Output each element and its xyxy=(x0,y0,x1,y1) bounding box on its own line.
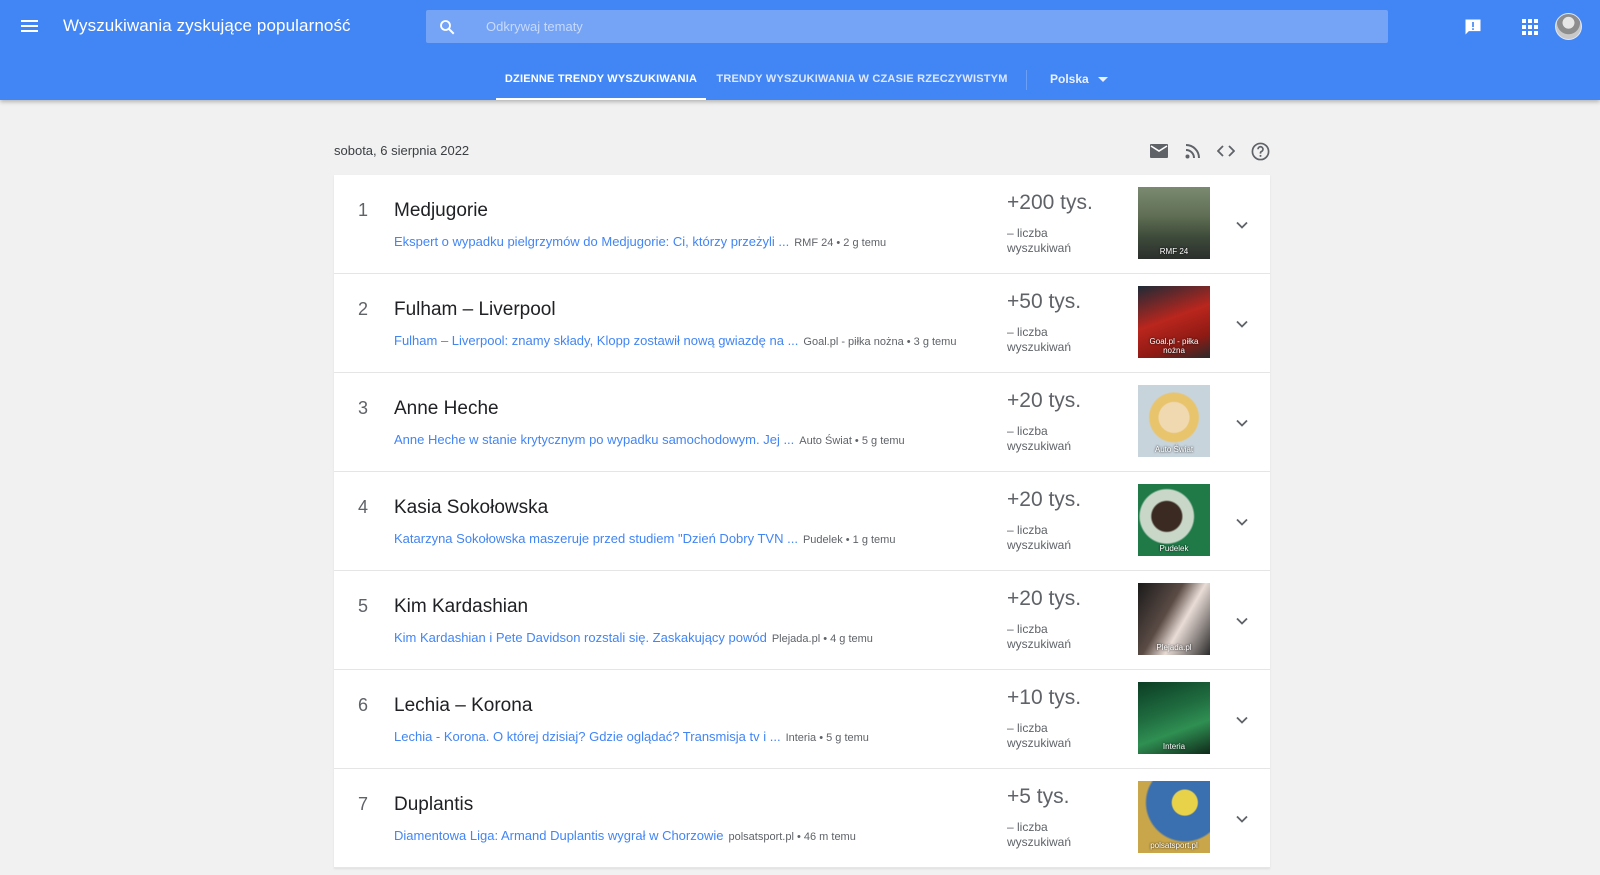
app-header: Wyszukiwania zyskujące popularność DZIEN… xyxy=(0,0,1600,100)
search-count: +20 tys. xyxy=(1007,389,1082,412)
search-count-label: – liczba wyszukiwań xyxy=(1007,820,1072,849)
search-icon[interactable] xyxy=(438,18,456,36)
news-source: RMF 24 • 2 g temu xyxy=(794,237,887,249)
news-article-link[interactable]: Ekspert o wypadku pielgrzymów do Medjugo… xyxy=(394,234,789,249)
thumbnail-source: Goal.pl - piłka nożna xyxy=(1149,337,1199,355)
rss-icon[interactable] xyxy=(1181,139,1205,163)
trend-rank: 6 xyxy=(358,695,369,715)
trend-title[interactable]: Duplantis xyxy=(394,794,473,816)
news-thumbnail[interactable]: Interia xyxy=(1138,682,1210,754)
search-count: +20 tys. xyxy=(1007,488,1082,511)
date-label: sobota, 6 sierpnia 2022 xyxy=(334,143,470,158)
tab-bar: DZIENNE TRENDY WYSZUKIWANIA TRENDY WYSZU… xyxy=(0,58,1600,100)
news-source: Interia • 5 g temu xyxy=(785,732,869,744)
expand-chevron-icon[interactable] xyxy=(1230,213,1254,237)
trend-news: Diamentowa Liga: Armand Duplantis wygrał… xyxy=(394,828,856,843)
apps-grid-icon[interactable] xyxy=(1517,14,1543,40)
expand-chevron-icon[interactable] xyxy=(1230,609,1254,633)
expand-chevron-icon[interactable] xyxy=(1230,312,1254,336)
news-article-link[interactable]: Katarzyna Sokołowska maszeruje przed stu… xyxy=(394,531,798,546)
news-thumbnail[interactable]: polsatsport.pl xyxy=(1138,781,1210,853)
thumbnail-source: polsatsport.pl xyxy=(1150,841,1198,850)
page-title: Wyszukiwania zyskujące popularność xyxy=(63,16,351,35)
news-source: Goal.pl - piłka nożna • 3 g temu xyxy=(803,336,957,348)
news-article-link[interactable]: Anne Heche w stanie krytycznym po wypadk… xyxy=(394,432,794,447)
thumbnail-source: Interia xyxy=(1162,742,1186,751)
trend-news: Kim Kardashian i Pete Davidson rozstali … xyxy=(394,630,873,645)
search-count: +200 tys. xyxy=(1007,191,1093,214)
trend-news: Katarzyna Sokołowska maszeruje przed stu… xyxy=(394,531,895,546)
search-count: +50 tys. xyxy=(1007,290,1082,313)
trend-rank: 7 xyxy=(358,794,369,814)
trend-item[interactable]: 6 Lechia – Korona Lechia - Korona. O któ… xyxy=(334,670,1270,769)
country-label: Polska xyxy=(1050,72,1089,86)
trend-item[interactable]: 4 Kasia Sokołowska Katarzyna Sokołowska … xyxy=(334,472,1270,571)
trend-news: Lechia - Korona. O której dzisiaj? Gdzie… xyxy=(394,729,869,744)
news-article-link[interactable]: Fulham – Liverpool: znamy składy, Klopp … xyxy=(394,333,798,348)
menu-icon[interactable] xyxy=(18,14,42,38)
expand-chevron-icon[interactable] xyxy=(1230,510,1254,534)
expand-chevron-icon[interactable] xyxy=(1230,807,1254,831)
news-thumbnail[interactable]: RMF 24 xyxy=(1138,187,1210,259)
trend-rank: 1 xyxy=(358,200,369,220)
trend-news: Fulham – Liverpool: znamy składy, Klopp … xyxy=(394,333,956,348)
expand-chevron-icon[interactable] xyxy=(1230,708,1254,732)
tab-daily-trends[interactable]: DZIENNE TRENDY WYSZUKIWANIA xyxy=(496,58,706,100)
search-count-label: – liczba wyszukiwań xyxy=(1007,424,1072,453)
news-thumbnail[interactable]: Auto Świat xyxy=(1138,385,1210,457)
trend-title[interactable]: Kasia Sokołowska xyxy=(394,497,548,519)
thumbnail-source: Auto Świat xyxy=(1154,445,1194,454)
trend-title[interactable]: Medjugorie xyxy=(394,200,488,222)
embed-code-icon[interactable] xyxy=(1214,139,1238,163)
news-source: Plejada.pl • 4 g temu xyxy=(771,633,873,645)
news-thumbnail[interactable]: Goal.pl - piłka nożna xyxy=(1138,286,1210,358)
search-count: +10 tys. xyxy=(1007,686,1082,709)
trend-item[interactable]: 1 Medjugorie Ekspert o wypadku pielgrzym… xyxy=(334,175,1270,274)
thumbnail-source: Pudelek xyxy=(1159,544,1189,553)
trend-news: Anne Heche w stanie krytycznym po wypadk… xyxy=(394,432,905,447)
feedback-icon[interactable] xyxy=(1460,14,1486,40)
news-source: Pudelek • 1 g temu xyxy=(802,534,896,546)
news-article-link[interactable]: Diamentowa Liga: Armand Duplantis wygrał… xyxy=(394,828,723,843)
trend-list: 1 Medjugorie Ekspert o wypadku pielgrzym… xyxy=(334,175,1270,868)
email-subscribe-icon[interactable] xyxy=(1147,139,1171,163)
news-thumbnail[interactable]: Plejada.pl xyxy=(1138,583,1210,655)
trend-item[interactable]: 3 Anne Heche Anne Heche w stanie krytycz… xyxy=(334,373,1270,472)
dropdown-arrow-icon xyxy=(1097,76,1108,82)
trend-item[interactable]: 5 Kim Kardashian Kim Kardashian i Pete D… xyxy=(334,571,1270,670)
country-select[interactable]: Polska xyxy=(1050,58,1108,100)
trend-news: Ekspert o wypadku pielgrzymów do Medjugo… xyxy=(394,234,886,249)
news-article-link[interactable]: Kim Kardashian i Pete Davidson rozstali … xyxy=(394,630,767,645)
trend-title[interactable]: Kim Kardashian xyxy=(394,596,528,618)
search-count-label: – liczba wyszukiwań xyxy=(1007,226,1072,255)
trend-item[interactable]: 2 Fulham – Liverpool Fulham – Liverpool:… xyxy=(334,274,1270,373)
search-count-label: – liczba wyszukiwań xyxy=(1007,622,1072,651)
trend-title[interactable]: Lechia – Korona xyxy=(394,695,532,717)
trend-title[interactable]: Anne Heche xyxy=(394,398,499,420)
news-source: polsatsport.pl • 46 m temu xyxy=(728,831,856,843)
search-count: +5 tys. xyxy=(1007,785,1070,808)
search-count-label: – liczba wyszukiwań xyxy=(1007,721,1072,750)
trend-title[interactable]: Fulham – Liverpool xyxy=(394,299,556,321)
avatar[interactable] xyxy=(1555,13,1582,40)
thumbnail-source: Plejada.pl xyxy=(1156,643,1192,652)
expand-chevron-icon[interactable] xyxy=(1230,411,1254,435)
help-icon[interactable] xyxy=(1248,139,1272,163)
search-count-label: – liczba wyszukiwań xyxy=(1007,325,1072,354)
news-thumbnail[interactable]: Pudelek xyxy=(1138,484,1210,556)
trend-item[interactable]: 7 Duplantis Diamentowa Liga: Armand Dupl… xyxy=(334,769,1270,868)
tab-realtime-trends[interactable]: TRENDY WYSZUKIWANIA W CZASIE RZECZYWISTY… xyxy=(712,58,1012,100)
trend-rank: 5 xyxy=(358,596,369,616)
trend-rank: 4 xyxy=(358,497,369,517)
search-input[interactable] xyxy=(486,10,1366,43)
news-source: Auto Świat • 5 g temu xyxy=(799,435,905,447)
search-bar[interactable] xyxy=(426,10,1388,43)
search-count: +20 tys. xyxy=(1007,587,1082,610)
trend-rank: 3 xyxy=(358,398,369,418)
search-count-label: – liczba wyszukiwań xyxy=(1007,523,1072,552)
tab-divider xyxy=(1026,70,1027,90)
thumbnail-source: RMF 24 xyxy=(1159,247,1189,256)
trend-rank: 2 xyxy=(358,299,369,319)
news-article-link[interactable]: Lechia - Korona. O której dzisiaj? Gdzie… xyxy=(394,729,781,744)
